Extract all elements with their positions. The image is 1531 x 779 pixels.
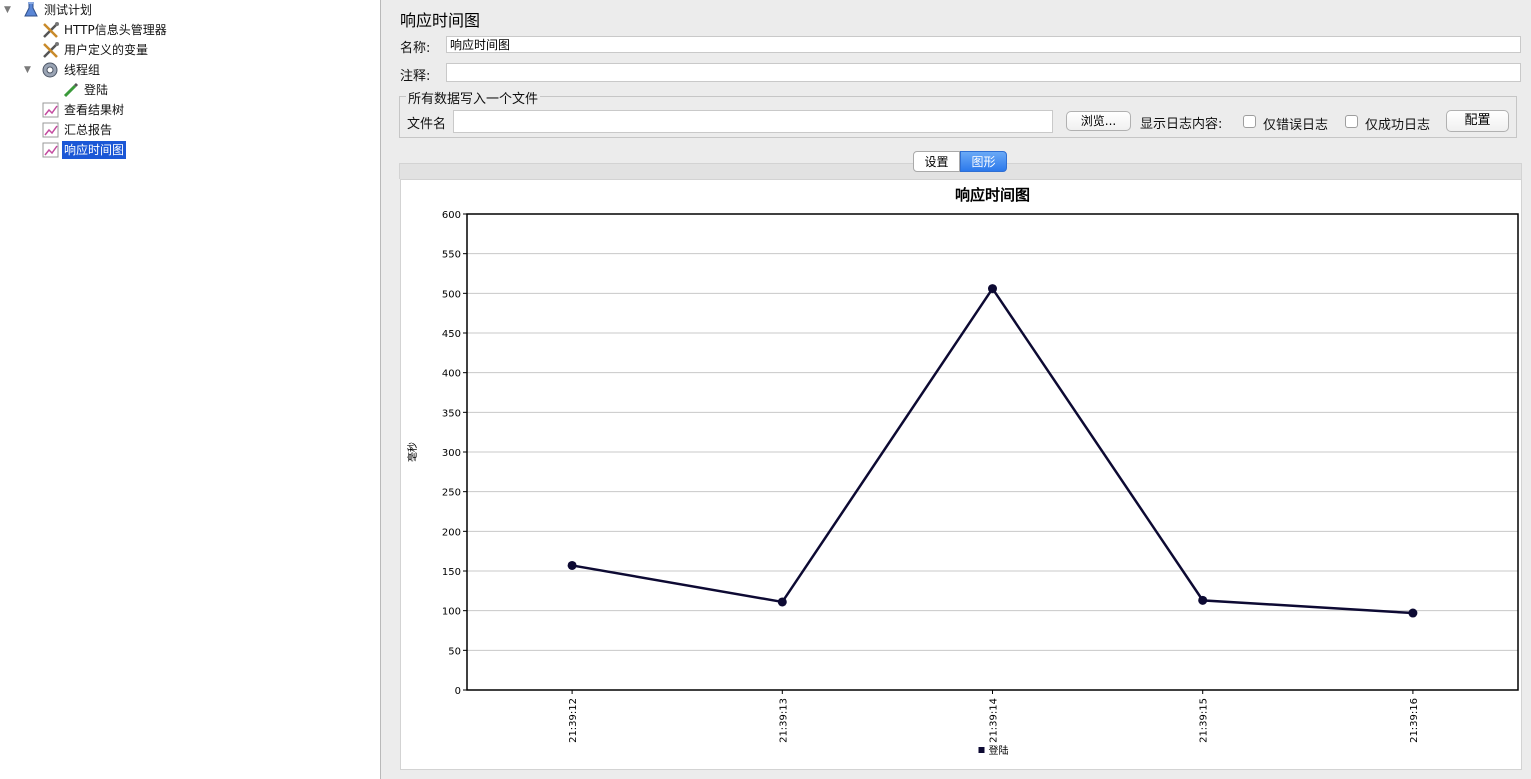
graph-icon bbox=[42, 102, 59, 118]
y-tick-label: 300 bbox=[442, 448, 461, 459]
tree-item-label: HTTP信息头管理器 bbox=[64, 23, 167, 37]
x-tick-label: 21:39:12 bbox=[568, 698, 579, 743]
y-tick-label: 50 bbox=[448, 646, 461, 657]
tree-item-user-variables[interactable]: 用户定义的变量 bbox=[0, 40, 380, 60]
expand-arrow-icon[interactable]: ▼ bbox=[24, 60, 34, 80]
pipette-icon bbox=[63, 82, 79, 98]
chart-container: 响应时间图 0 50 100 150 200 250 300 350 400 450 500 550 60… bbox=[400, 179, 1522, 770]
graph-icon bbox=[42, 142, 59, 158]
tree-item-test-plan[interactable]: ▼ 测试计划 bbox=[0, 0, 380, 20]
tree-item-label: 登陆 bbox=[84, 83, 109, 97]
data-point bbox=[1408, 608, 1418, 618]
write-to-file-legend: 所有数据写入一个文件 bbox=[406, 88, 541, 107]
graph-icon bbox=[42, 122, 59, 138]
legend-label: 登陆 bbox=[989, 744, 1009, 757]
y-tick-label: 100 bbox=[442, 607, 461, 618]
tree-item-response-time-graph[interactable]: 响应时间图 bbox=[0, 140, 380, 160]
errors-only-checkbox[interactable] bbox=[1243, 115, 1256, 128]
y-tick-label: 250 bbox=[442, 488, 461, 499]
tree-item-thread-group[interactable]: ▼ 线程组 bbox=[0, 60, 380, 80]
legend-swatch bbox=[978, 747, 985, 753]
y-tick-label: 150 bbox=[442, 567, 461, 578]
x-tick-label: 21:39:13 bbox=[778, 698, 789, 743]
name-label: 名称: bbox=[400, 41, 431, 56]
tree-item-label: 线程组 bbox=[64, 63, 101, 77]
series-line bbox=[571, 286, 1413, 615]
test-plan-tree: ▼ 测试计划 HTTP信息头管理器 用户定义的变量 ▼ 线程组 登陆 查看结果树… bbox=[0, 0, 381, 779]
y-axis-label: 毫秒 bbox=[406, 442, 419, 462]
y-tick-label: 450 bbox=[442, 329, 461, 340]
configure-button[interactable]: 配置 bbox=[1446, 110, 1509, 132]
y-tick-label: 550 bbox=[442, 250, 461, 261]
tools-icon bbox=[43, 22, 59, 38]
tree-item-login-sampler[interactable]: 登陆 bbox=[0, 80, 380, 100]
tree-item-label: 查看结果树 bbox=[64, 103, 125, 117]
response-time-graph-panel: 响应时间图 名称: 响应时间图 注释: 所有数据写入一个文件 文件名 浏览...… bbox=[381, 0, 1531, 779]
comment-label: 注释: bbox=[400, 69, 431, 84]
tab-graph[interactable]: 图形 bbox=[960, 151, 1007, 172]
errors-only-label: 仅错误日志 bbox=[1263, 118, 1329, 133]
data-point bbox=[1198, 595, 1208, 605]
chart-title: 响应时间图 bbox=[955, 186, 1030, 204]
log-content-label: 显示日志内容: bbox=[1140, 117, 1223, 132]
gear-icon bbox=[42, 62, 58, 78]
y-tick-label: 350 bbox=[442, 408, 461, 419]
x-tick-label: 21:39:14 bbox=[989, 698, 1000, 743]
flask-icon bbox=[24, 2, 38, 17]
tree-item-label-selected: 响应时间图 bbox=[62, 141, 127, 159]
write-to-file-group: 所有数据写入一个文件 文件名 浏览... 显示日志内容: 仅错误日志 仅成功日志… bbox=[399, 88, 1517, 138]
tree-item-label: 汇总报告 bbox=[64, 123, 113, 137]
x-tick-label: 21:39:16 bbox=[1409, 698, 1420, 743]
name-input[interactable]: 响应时间图 bbox=[446, 36, 1521, 53]
tree-item-summary-report[interactable]: 汇总报告 bbox=[0, 120, 380, 140]
tab-settings[interactable]: 设置 bbox=[913, 151, 960, 172]
filename-input[interactable] bbox=[453, 110, 1053, 133]
filename-label: 文件名 bbox=[407, 117, 447, 132]
expand-arrow-icon[interactable]: ▼ bbox=[4, 0, 14, 20]
page-title: 响应时间图 bbox=[400, 11, 481, 30]
x-tick-label: 21:39:15 bbox=[1199, 698, 1210, 743]
data-point bbox=[777, 597, 787, 607]
tree-item-http-header-manager[interactable]: HTTP信息头管理器 bbox=[0, 20, 380, 40]
y-tick-label: 500 bbox=[442, 289, 461, 300]
tree-item-view-results-tree[interactable]: 查看结果树 bbox=[0, 100, 380, 120]
y-tick-label: 200 bbox=[442, 527, 461, 538]
response-time-chart: 响应时间图 0 50 100 150 200 250 300 350 400 450 500 550 60… bbox=[406, 186, 1519, 757]
comment-input[interactable] bbox=[446, 63, 1521, 82]
y-tick-label: 600 bbox=[442, 210, 461, 221]
tools-icon bbox=[43, 42, 59, 58]
success-only-label: 仅成功日志 bbox=[1365, 118, 1431, 133]
data-point bbox=[988, 284, 997, 294]
data-point bbox=[567, 560, 577, 570]
tree-item-label: 测试计划 bbox=[44, 3, 93, 17]
y-tick-label: 400 bbox=[442, 369, 461, 380]
y-tick-label: 0 bbox=[455, 686, 461, 697]
success-only-checkbox[interactable] bbox=[1345, 115, 1358, 128]
browse-button[interactable]: 浏览... bbox=[1066, 111, 1131, 131]
tree-item-label: 用户定义的变量 bbox=[64, 43, 149, 57]
